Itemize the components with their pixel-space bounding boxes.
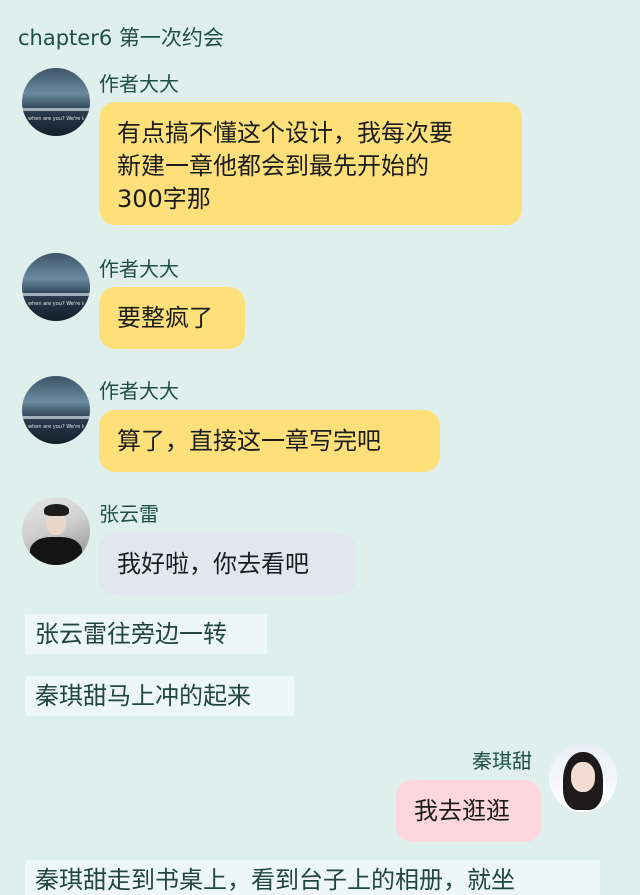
zhang-avatar[interactable] — [22, 497, 90, 565]
sender-name: 作者大大 — [99, 72, 179, 96]
narration-line: 秦琪甜马上冲的起来 — [25, 676, 294, 716]
message-bubble[interactable]: 我去逛逛 — [396, 780, 541, 842]
sender-name: 作者大大 — [99, 257, 179, 281]
sender-name: 作者大大 — [99, 379, 179, 403]
chapter-title: chapter6 第一次约会 — [18, 26, 224, 50]
narration-line: 秦琪甜走到书桌上，看到台子上的相册，就坐 — [25, 860, 600, 895]
message-bubble[interactable]: 我好啦，你去看吧 — [99, 533, 356, 595]
message-bubble[interactable]: 有点搞不懂这个设计，我每次要 新建一章他都会到最先开始的 300字那 — [99, 102, 522, 225]
author-avatar[interactable]: when are you? We're in — [22, 253, 90, 321]
message-bubble[interactable]: 要整疯了 — [99, 287, 245, 349]
sender-name: 秦琪甜 — [472, 749, 532, 773]
sender-name: 张云雷 — [99, 502, 159, 526]
author-avatar[interactable]: when are you? We're in — [22, 376, 90, 444]
author-avatar[interactable]: when are you? We're in — [22, 68, 90, 136]
message-bubble[interactable]: 算了，直接这一章写完吧 — [99, 410, 440, 472]
narration-line: 张云雷往旁边一转 — [25, 614, 267, 654]
qin-avatar[interactable] — [549, 744, 617, 812]
